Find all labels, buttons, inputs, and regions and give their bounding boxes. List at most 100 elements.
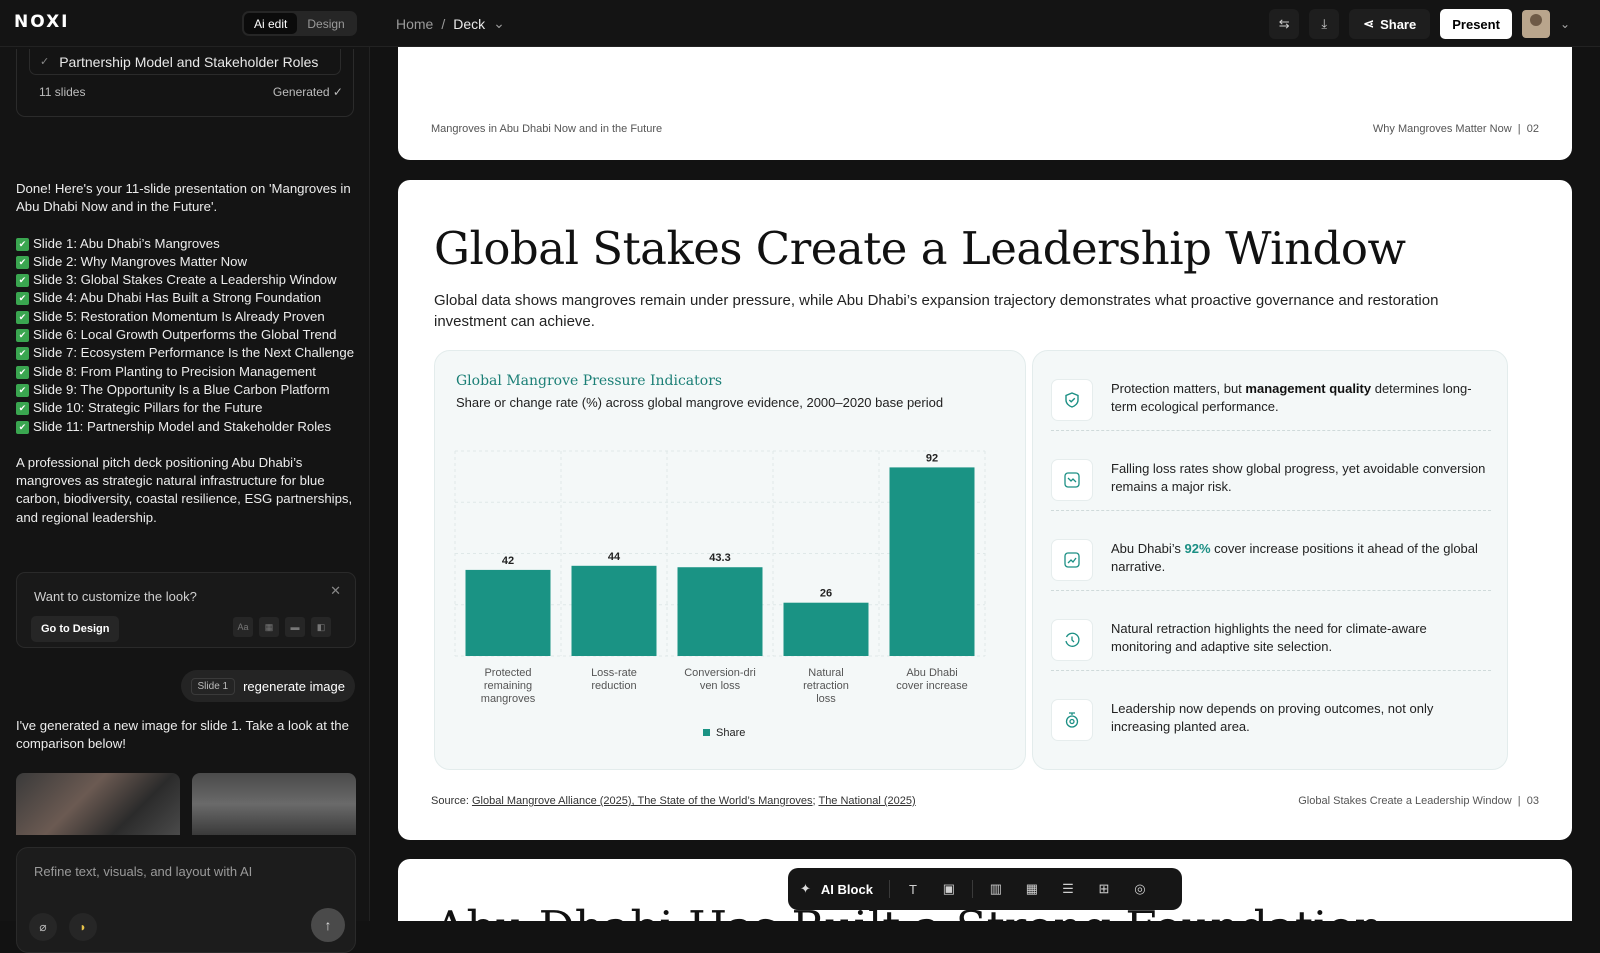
insight-highlight: 92% [1184, 541, 1211, 556]
insight-text: Falling loss rates show global progress,… [1111, 461, 1486, 494]
trend-up-icon [1051, 539, 1093, 581]
theme-style-icon[interactable]: ◧ [311, 617, 331, 637]
source-link[interactable]: Global Mangrove Alliance (2025), The Sta… [472, 795, 813, 807]
image-comparison [16, 773, 356, 835]
chat-panel: ✓ Partnership Model and Stakeholder Role… [0, 47, 370, 953]
insight-item[interactable]: Protection matters, but management quali… [1051, 351, 1491, 431]
history-icon [1051, 619, 1093, 661]
present-button[interactable]: Present [1440, 9, 1512, 39]
category-label: mangroves [481, 693, 536, 705]
close-icon[interactable]: ✕ [330, 583, 341, 599]
original-image-thumbnail[interactable] [16, 773, 180, 835]
chevron-down-icon[interactable]: ⌄ [1560, 17, 1570, 31]
slide-list-item: Slide 2: Why Mangroves Matter Now [16, 253, 356, 271]
list-icon[interactable]: ☰ [1055, 881, 1081, 897]
source-note: Source: Global Mangrove Alliance (2025),… [431, 795, 916, 807]
attach-icon[interactable]: ⌀ [29, 913, 57, 941]
layout-style-icon[interactable]: ▬ [285, 617, 305, 637]
insight-item[interactable]: Abu Dhabi’s 92% cover increase positions… [1051, 511, 1491, 591]
assistant-message: Done! Here's your 11-slide presentation … [16, 180, 356, 545]
insight-emphasis: management quality [1245, 381, 1372, 396]
slide-title[interactable]: Global Stakes Create a Leadership Window [434, 222, 1406, 275]
bar-value-label: 92 [926, 452, 938, 464]
insight-item[interactable]: Leadership now depends on proving outcom… [1051, 671, 1491, 751]
insight-text: Leadership now depends on proving outcom… [1111, 701, 1434, 734]
table-icon[interactable]: ▦ [1019, 881, 1045, 897]
slide-list-item: Slide 6: Local Growth Outperforms the Gl… [16, 326, 356, 344]
outline-item[interactable]: ✓ Partnership Model and Stakeholder Role… [29, 49, 341, 75]
mode-design[interactable]: Design [297, 13, 354, 34]
slide-subtitle[interactable]: Global data shows mangroves remain under… [434, 290, 1514, 332]
insight-text: Protection matters, but management quali… [1111, 380, 1491, 416]
bar [677, 567, 763, 656]
check-circle-icon[interactable]: ◎ [1127, 881, 1153, 897]
chart-icon[interactable]: ▥ [983, 881, 1009, 897]
prompt-input[interactable]: Refine text, visuals, and layout with AI [34, 864, 252, 879]
top-actions: ⇆ ⤓ ⋖ Share Present ⌄ [1269, 9, 1570, 39]
breadcrumb-home[interactable]: Home [396, 16, 433, 32]
slide-list-item: Slide 4: Abu Dhabi Has Built a Strong Fo… [16, 289, 356, 307]
insight-text-part: Abu Dhabi’s [1111, 541, 1185, 556]
settings-sliders-icon[interactable]: ⇆ [1269, 9, 1300, 39]
grid-icon[interactable]: ⊞ [1091, 881, 1117, 897]
slide-list-item: Slide 8: From Planting to Precision Mana… [16, 363, 356, 381]
source-link[interactable]: The National (2025) [818, 795, 915, 807]
breadcrumb-deck[interactable]: Deck [453, 16, 485, 32]
slide-list-item: Slide 3: Global Stakes Create a Leadersh… [16, 271, 356, 289]
avatar[interactable] [1521, 10, 1550, 38]
slide-list-item: Slide 10: Strategic Pillars for the Futu… [16, 399, 356, 417]
legend-label: Share [716, 727, 745, 739]
text-icon[interactable]: T [900, 882, 926, 897]
send-button[interactable]: ↑ [311, 908, 345, 942]
category-label: Conversion-dri [684, 667, 756, 679]
slide-list-item: Slide 5: Restoration Momentum Is Already… [16, 308, 356, 326]
outline-card: ✓ Partnership Model and Stakeholder Role… [16, 49, 354, 117]
bar [889, 467, 975, 656]
message-summary: A professional pitch deck positioning Ab… [16, 454, 353, 525]
bar-value-label: 44 [608, 551, 621, 563]
slide-list-item: Slide 1: Abu Dhabi’s Mangroves [16, 235, 356, 253]
category-label: ven loss [700, 680, 741, 692]
insight-item[interactable]: Natural retraction highlights the need f… [1051, 591, 1491, 671]
download-icon[interactable]: ⤓ [1309, 9, 1340, 39]
slide-footer-title: Why Mangroves Matter Now [1372, 123, 1512, 135]
category-label: cover increase [896, 680, 968, 692]
slide-footer-title: Global Stakes Create a Leadership Window [1298, 795, 1512, 807]
insight-item[interactable]: Falling loss rates show global progress,… [1051, 431, 1491, 511]
user-message: Slide 1 regenerate image [180, 670, 355, 702]
prompt-input-box[interactable]: Refine text, visuals, and layout with AI… [16, 847, 356, 953]
bar-value-label: 43.3 [709, 552, 730, 564]
ai-block-button[interactable]: AI Block [821, 882, 873, 897]
category-label: Loss-rate [591, 667, 637, 679]
block-toolbar: ✦ AI Block T ▣ ▥ ▦ ☰ ⊞ ◎ [788, 868, 1182, 910]
bar [783, 602, 869, 656]
bar [571, 565, 657, 656]
slide-list-item: Slide 7: Ecosystem Performance Is the Ne… [16, 344, 356, 362]
go-to-design-button[interactable]: Go to Design [31, 616, 120, 642]
slide-list: Slide 1: Abu Dhabi’s Mangroves Slide 2: … [16, 235, 356, 436]
insight-text: Abu Dhabi’s 92% cover increase positions… [1111, 540, 1491, 576]
chevron-down-icon[interactable]: ⌄ [493, 15, 505, 32]
font-style-icon[interactable]: Aa [233, 617, 253, 637]
category-label: reduction [591, 680, 636, 692]
mode-ai-edit[interactable]: Ai edit [244, 13, 298, 34]
share-icon: ⋖ [1363, 16, 1375, 31]
check-icon: ✓ [40, 56, 50, 68]
slide-3-card[interactable]: Global Stakes Create a Leadership Window… [398, 180, 1572, 840]
trend-down-icon [1051, 459, 1093, 501]
image-icon[interactable]: ▣ [936, 881, 962, 897]
outline-item-label: Partnership Model and Stakeholder Roles [59, 53, 319, 70]
bar-chart: 42 Protectedremainingmangroves 44 Loss-rate… [454, 450, 986, 739]
generated-status: Generated ✓ [272, 85, 343, 99]
share-button[interactable]: ⋖ Share [1349, 9, 1431, 39]
divider [971, 880, 973, 898]
app-logo[interactable]: NOXI [14, 12, 70, 32]
image-style-icon[interactable]: ▦ [259, 617, 279, 637]
slide-2-card[interactable]: Mangroves in Abu Dhabi Now and in the Fu… [398, 47, 1572, 160]
customize-card: Want to customize the look? ✕ Go to Desi… [16, 572, 356, 648]
banana-icon[interactable]: ◗ [69, 913, 97, 941]
chart-panel[interactable]: Global Mangrove Pressure Indicators Shar… [434, 350, 1026, 770]
target-icon [1051, 699, 1093, 741]
new-image-thumbnail[interactable] [192, 773, 356, 835]
insight-text-part: Protection matters, but [1111, 381, 1246, 396]
